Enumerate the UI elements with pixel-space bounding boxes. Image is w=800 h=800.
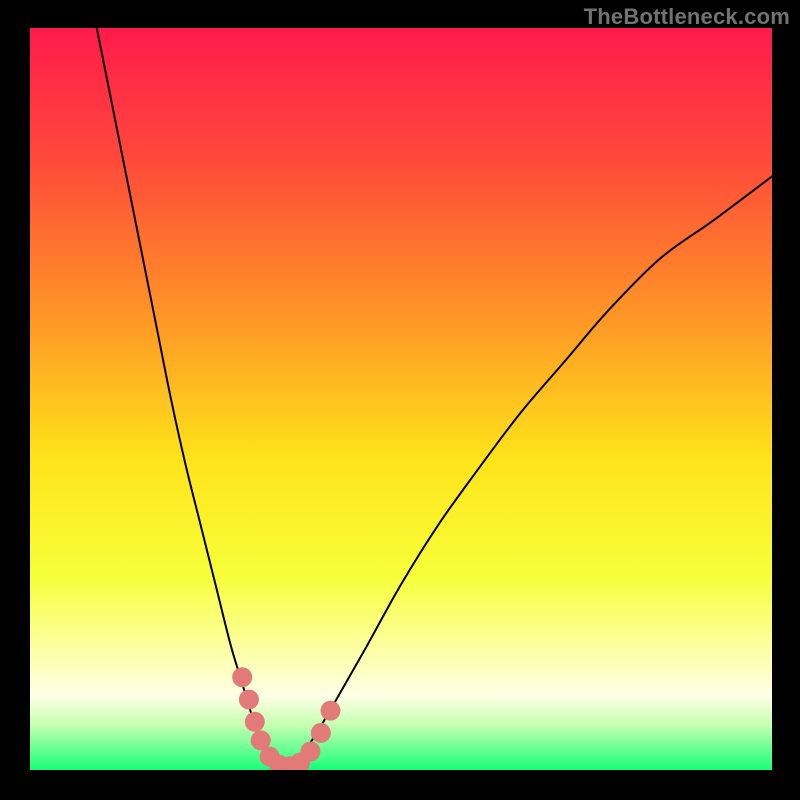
watermark-text: TheBottleneck.com <box>584 4 790 30</box>
highlight-point <box>232 667 252 687</box>
highlight-point <box>311 723 331 743</box>
bottleneck-curve-chart <box>30 28 772 770</box>
plot-area <box>30 28 772 770</box>
highlight-point <box>300 741 320 761</box>
highlight-point <box>239 690 259 710</box>
gradient-background <box>30 28 772 770</box>
chart-frame: TheBottleneck.com <box>0 0 800 800</box>
highlight-point <box>321 701 341 721</box>
highlight-point <box>245 712 265 732</box>
